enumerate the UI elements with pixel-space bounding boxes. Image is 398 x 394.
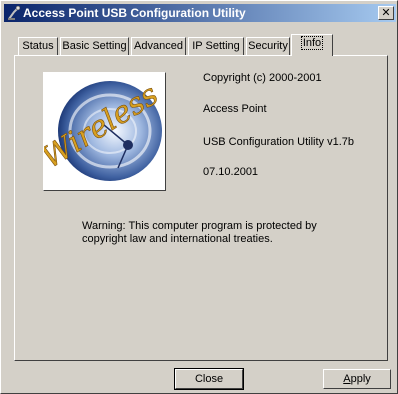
main-window: Access Point USB Configuration Utility ✕…: [0, 0, 398, 394]
tab-strip: Status Basic Setting Advanced IP Setting…: [1, 1, 398, 61]
tab-label: Basic Setting: [62, 40, 127, 52]
tab-info[interactable]: Info: [291, 34, 333, 56]
tab-status[interactable]: Status: [18, 37, 58, 55]
tab-advanced[interactable]: Advanced: [131, 37, 186, 55]
tab-security[interactable]: Security: [246, 37, 290, 55]
wireless-logo-image: Wireless: [43, 72, 166, 191]
apply-button-label: pply: [350, 373, 371, 385]
close-button[interactable]: Close: [174, 368, 244, 390]
warning-line-1: Warning: This computer program is protec…: [82, 220, 317, 232]
copyright-text: Copyright (c) 2000-2001: [203, 72, 322, 84]
tab-label: Advanced: [134, 40, 183, 52]
version-text: USB Configuration Utility v1.7b: [203, 136, 355, 148]
close-button-label: Close: [194, 373, 224, 385]
apply-button[interactable]: Apply: [323, 369, 391, 389]
tab-label: Info: [300, 36, 324, 50]
copyright-warning: Warning: This computer program is protec…: [82, 220, 322, 246]
tab-label: Security: [248, 40, 288, 52]
tab-basic-setting[interactable]: Basic Setting: [60, 37, 129, 55]
tab-label: IP Setting: [192, 40, 240, 52]
info-panel: Wireless Copyright (c) 2000-2001 Access …: [14, 55, 388, 361]
product-name-text: Access Point: [203, 103, 267, 115]
tab-label: Status: [22, 40, 54, 52]
release-date-text: 07.10.2001: [203, 166, 259, 178]
tab-ip-setting[interactable]: IP Setting: [188, 37, 244, 55]
warning-line-2: copyright law and international treaties…: [82, 233, 273, 245]
apply-mnemonic: A: [343, 373, 351, 385]
